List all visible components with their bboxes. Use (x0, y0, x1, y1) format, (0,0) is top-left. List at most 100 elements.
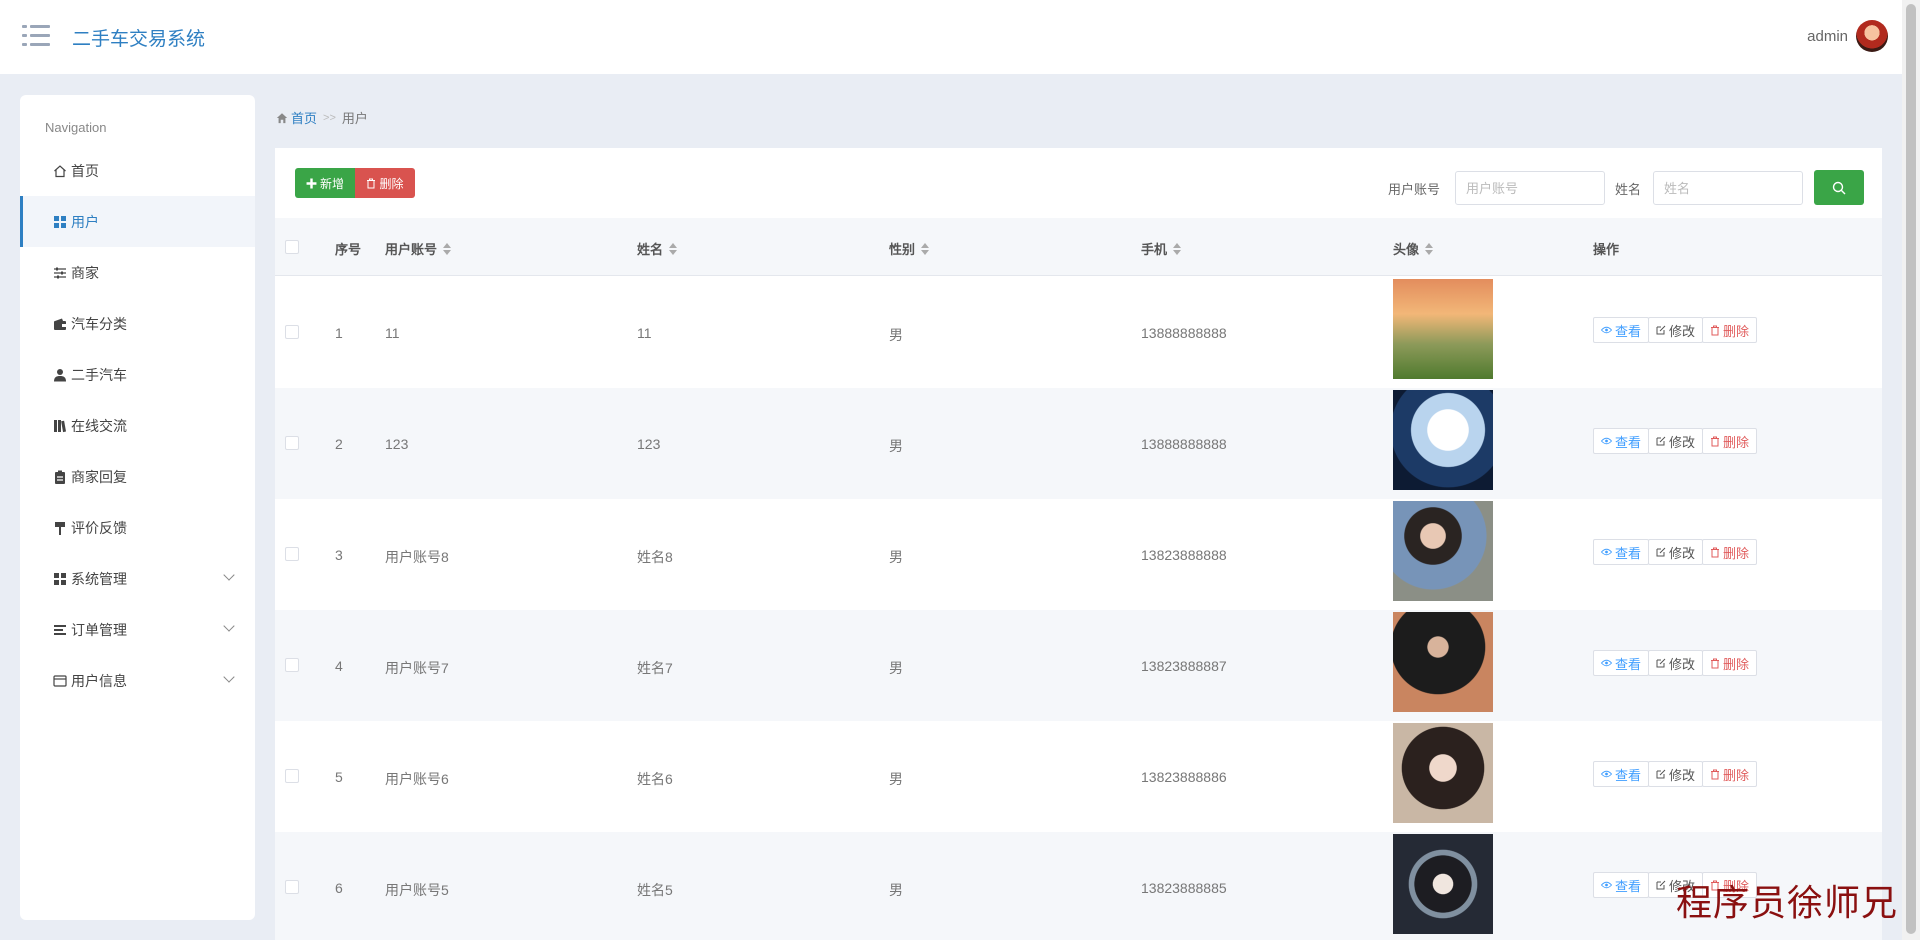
row-checkbox[interactable] (285, 547, 299, 561)
cell-gender: 男 (889, 660, 903, 676)
view-button[interactable]: 查看 (1593, 428, 1650, 454)
chevron-down-icon (223, 620, 235, 632)
delete-button[interactable]: 删除 (1702, 761, 1758, 787)
sidebar-item-order-management[interactable]: 订单管理 (20, 604, 255, 655)
username-label[interactable]: admin (1807, 28, 1848, 45)
scrollbar-thumb[interactable] (1906, 4, 1916, 934)
delete-button-label: 删除 (1723, 434, 1750, 450)
avatar-thumbnail[interactable] (1393, 279, 1493, 379)
cell-phone: 13823888887 (1141, 658, 1227, 674)
row-checkbox[interactable] (285, 769, 299, 783)
clipboard-icon (55, 470, 65, 484)
table-row: 2 123 123 男 13888888888 查看 修改 删除 (275, 388, 1882, 499)
edit-button[interactable]: 修改 (1648, 539, 1704, 565)
row-checkbox[interactable] (285, 325, 299, 339)
sidebar-item-car-categories[interactable]: 汽车分类 (20, 298, 255, 349)
avatar-thumbnail[interactable] (1393, 390, 1493, 490)
sidebar-item-feedback[interactable]: 评价反馈 (20, 502, 255, 553)
delete-button[interactable]: 删除 (1702, 650, 1758, 676)
sidebar-item-home[interactable]: 首页 (20, 145, 255, 196)
view-button[interactable]: 查看 (1593, 317, 1650, 343)
cell-account: 用户账号7 (385, 660, 449, 676)
view-button[interactable]: 查看 (1593, 650, 1650, 676)
sort-icon[interactable] (669, 242, 678, 255)
avatar-thumbnail[interactable] (1393, 501, 1493, 601)
cell-phone: 13823888886 (1141, 769, 1227, 785)
header-phone[interactable]: 手机 (1141, 239, 1182, 258)
row-checkbox[interactable] (285, 880, 299, 894)
edit-button[interactable]: 修改 (1648, 761, 1704, 787)
sidebar-item-users[interactable]: 用户 (20, 196, 255, 247)
header-gender[interactable]: 性别 (889, 239, 930, 258)
search-button[interactable] (1814, 170, 1864, 205)
sliders-icon (54, 267, 66, 278)
search-icon (1832, 181, 1846, 194)
breadcrumb-home[interactable]: 首页 (276, 108, 317, 127)
breadcrumb-home-label: 首页 (291, 111, 318, 126)
sidebar-item-merchants[interactable]: 商家 (20, 247, 255, 298)
cell-index: 2 (335, 436, 343, 452)
sort-icon[interactable] (1425, 242, 1434, 255)
sidebar-item-user-info[interactable]: 用户信息 (20, 655, 255, 706)
table-row: 6 用户账号5 姓名5 男 13823888885 查看 修改 删除 (275, 832, 1882, 940)
breadcrumb-current: 用户 (341, 111, 368, 126)
view-button[interactable]: 查看 (1593, 872, 1650, 898)
sort-icon[interactable] (921, 242, 930, 255)
view-button-label: 查看 (1615, 434, 1642, 450)
edit-button[interactable]: 修改 (1648, 428, 1704, 454)
delete-button-label: 删除 (1723, 323, 1750, 339)
edit-icon (1656, 769, 1666, 779)
edit-button-label: 修改 (1669, 323, 1696, 339)
avatar-thumbnail[interactable] (1393, 834, 1493, 934)
home-icon (276, 112, 288, 123)
cell-phone: 13823888888 (1141, 547, 1227, 563)
sort-icon[interactable] (443, 242, 452, 255)
cell-gender: 男 (889, 771, 903, 787)
trash-icon (1711, 436, 1720, 446)
nav-caption: Navigation (45, 120, 107, 135)
view-button-label: 查看 (1615, 545, 1642, 561)
trash-icon (1711, 769, 1720, 779)
nav-list: 首页 用户 商家 汽车分类 二手汽车 在线交流 商家回复 评价反馈 系统管理 订… (20, 145, 255, 706)
sidebar-item-used-cars[interactable]: 二手汽车 (20, 349, 255, 400)
page-scrollbar[interactable] (1902, 0, 1920, 940)
account-search-input[interactable] (1455, 171, 1605, 205)
edit-button[interactable]: 修改 (1648, 650, 1704, 676)
table-row: 3 用户账号8 姓名8 男 13823888888 查看 修改 删除 (275, 499, 1882, 610)
select-all-checkbox[interactable] (285, 240, 299, 254)
edit-button[interactable]: 修改 (1648, 317, 1704, 343)
grid-icon (54, 215, 66, 228)
avatar-thumbnail[interactable] (1393, 612, 1493, 712)
paint-roller-icon (55, 521, 65, 535)
delete-button[interactable]: 删除 (1702, 428, 1758, 454)
avatar-thumbnail[interactable] (1393, 723, 1493, 823)
cell-index: 6 (335, 880, 343, 896)
user-avatar[interactable] (1856, 20, 1888, 52)
header-avatar[interactable]: 头像 (1393, 239, 1434, 258)
header-account[interactable]: 用户账号 (385, 239, 452, 258)
delete-button[interactable]: 删除 (1702, 539, 1758, 565)
menu-toggle-icon[interactable] (22, 25, 50, 47)
view-button[interactable]: 查看 (1593, 761, 1650, 787)
row-checkbox[interactable] (285, 436, 299, 450)
sort-icon[interactable] (1173, 242, 1182, 255)
add-button[interactable]: 新增 (295, 168, 355, 198)
cell-name: 123 (637, 436, 661, 452)
sidebar-item-system-management[interactable]: 系统管理 (20, 553, 255, 604)
row-checkbox[interactable] (285, 658, 299, 672)
header-name-label: 姓名 (637, 242, 664, 257)
batch-delete-button[interactable]: 删除 (355, 168, 415, 198)
name-search-input[interactable] (1653, 171, 1803, 205)
edit-button-label: 修改 (1669, 434, 1696, 450)
main-panel: 新增 删除 用户账号 姓名 序号 用户账号 姓名 性别 手机 头像 操作 1 1… (275, 148, 1882, 940)
table-header: 序号 用户账号 姓名 性别 手机 头像 操作 (275, 218, 1882, 276)
sidebar-item-online-chat[interactable]: 在线交流 (20, 400, 255, 451)
sidebar-item-merchant-replies[interactable]: 商家回复 (20, 451, 255, 502)
view-button[interactable]: 查看 (1593, 539, 1650, 565)
breadcrumb-separator: >> (323, 111, 336, 124)
sidebar-item-label: 商家回复 (71, 468, 127, 485)
delete-button[interactable]: 删除 (1702, 317, 1758, 343)
cell-index: 1 (335, 325, 343, 341)
edit-button-label: 修改 (1669, 545, 1696, 561)
header-name[interactable]: 姓名 (637, 239, 678, 258)
